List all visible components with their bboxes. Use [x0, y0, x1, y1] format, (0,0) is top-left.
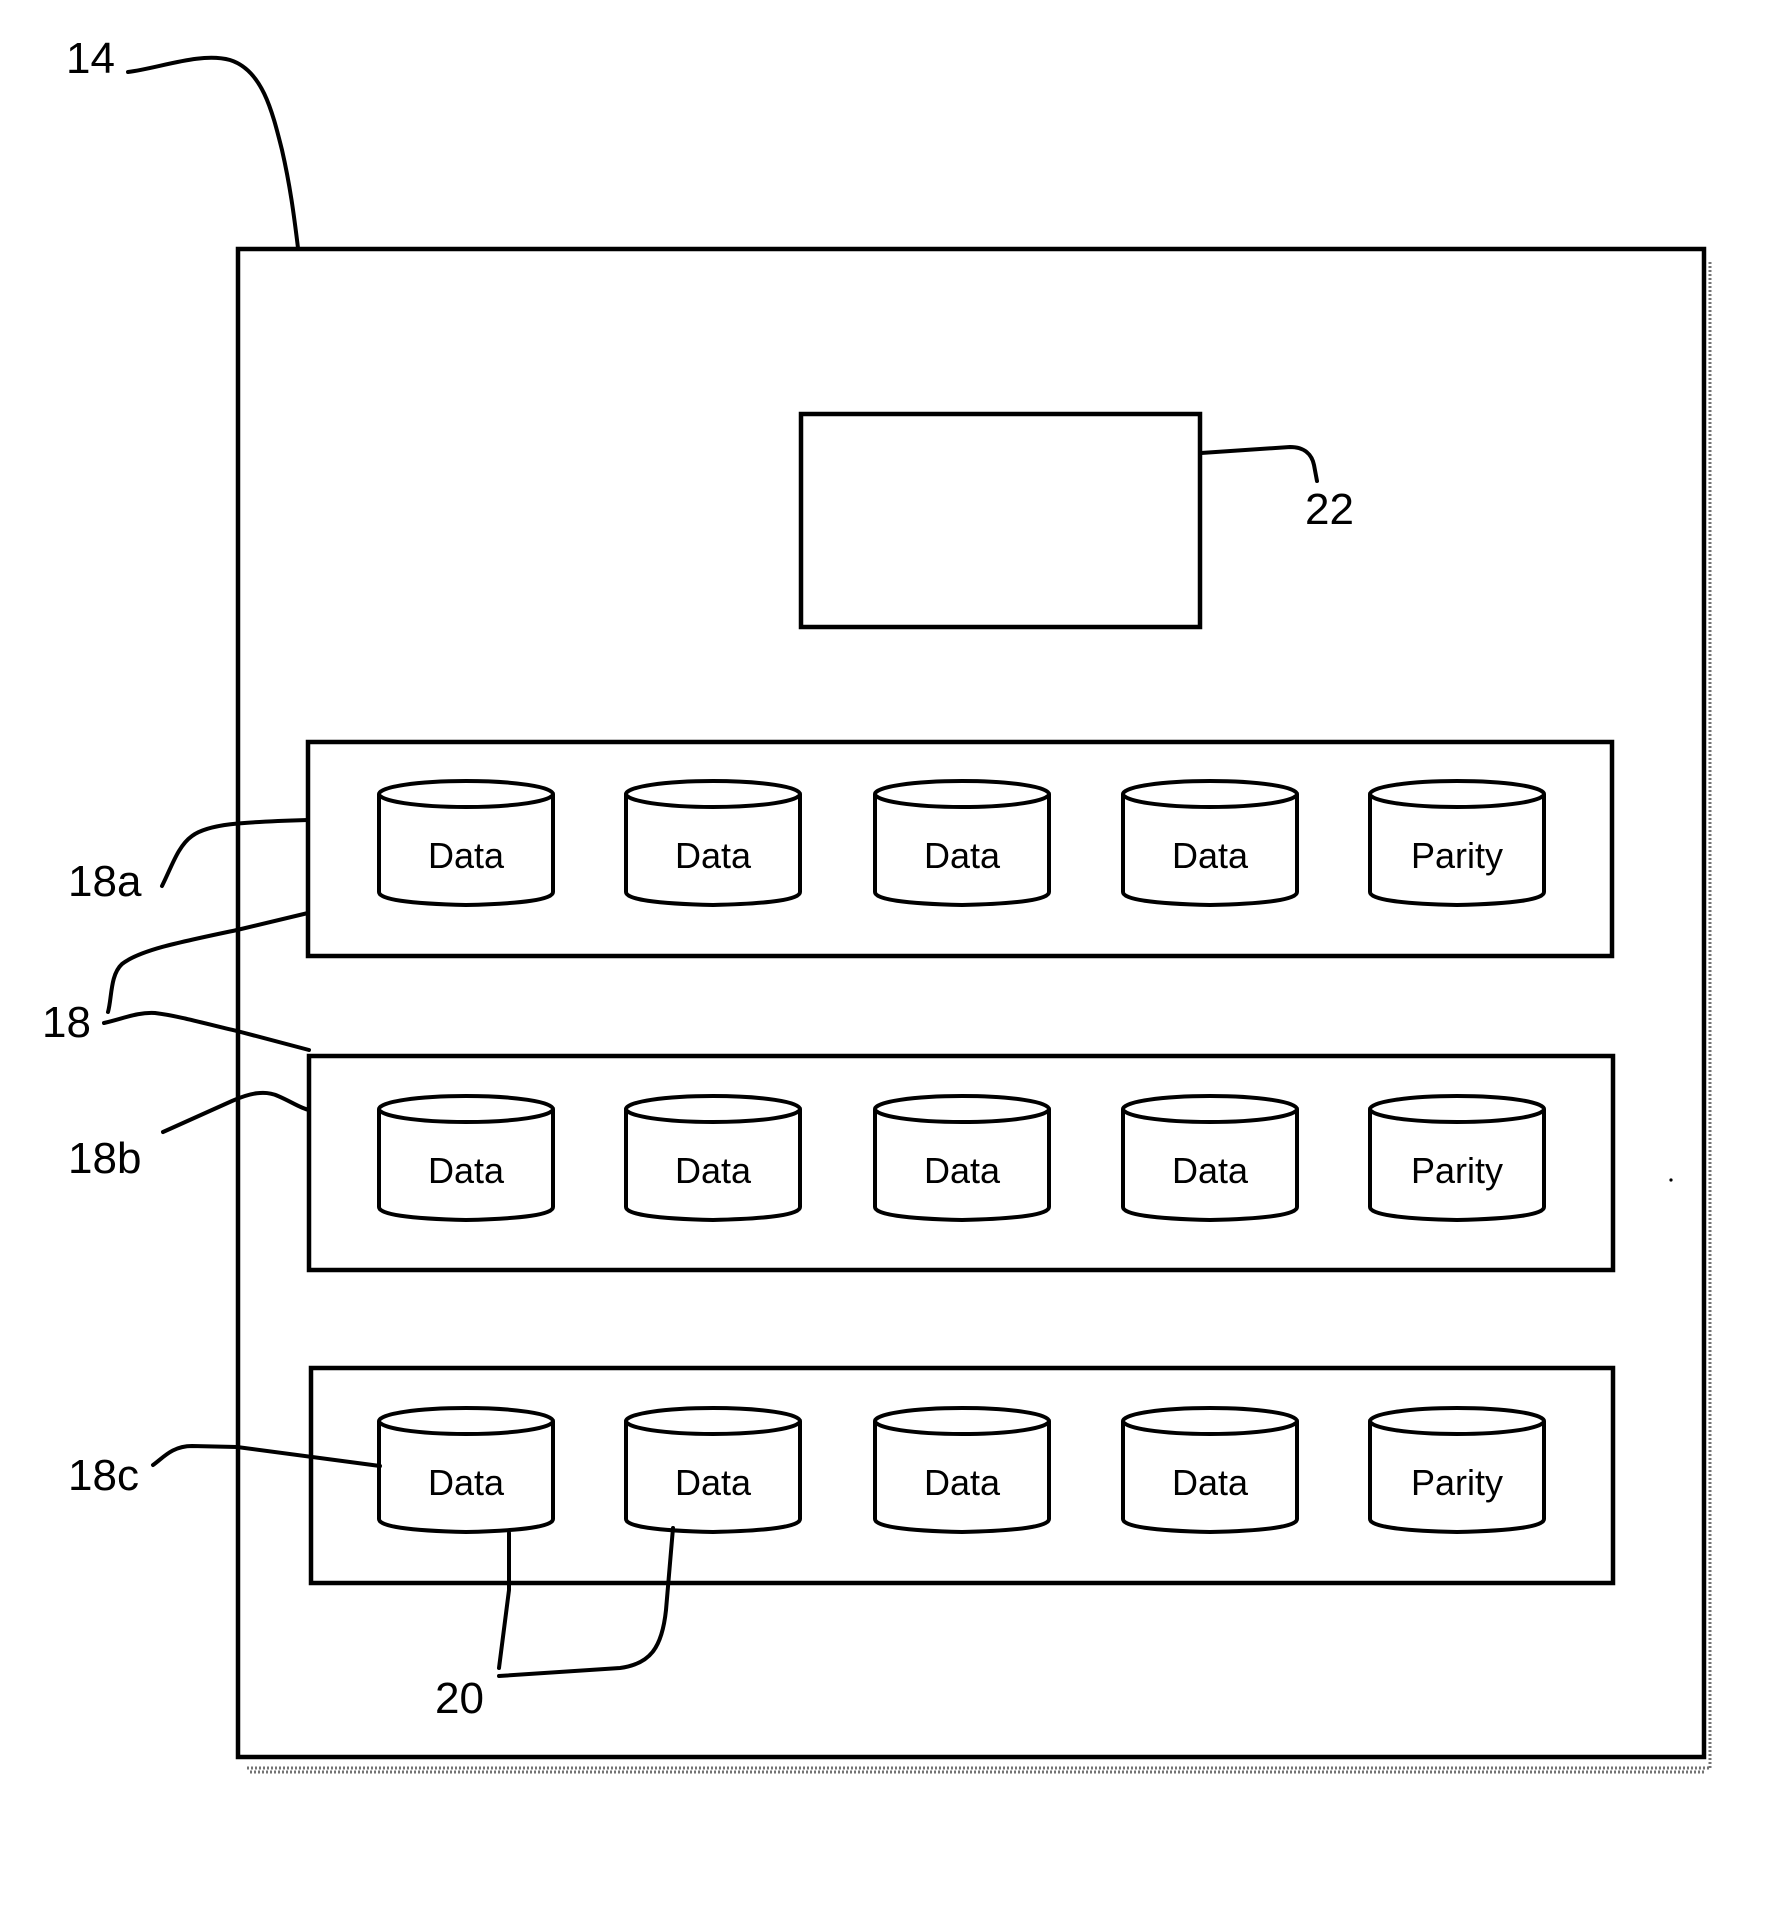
ref-label-22: 22	[1305, 485, 1354, 534]
disk-top	[873, 1094, 1051, 1124]
data-disk: Data	[1121, 779, 1299, 907]
disk-top	[377, 1094, 555, 1124]
disk-label: Data	[924, 1462, 1001, 1503]
disk-label: Data	[1172, 835, 1249, 876]
data-disk: Data	[624, 1094, 802, 1222]
data-disk: Data	[1121, 1094, 1299, 1222]
parity-disk: Parity	[1368, 779, 1546, 907]
controller-box	[798, 411, 1203, 630]
disk-groups: Data Data Data Data Parity Data Data Data Data Pa…	[377, 779, 1546, 1534]
disk-top	[873, 1406, 1051, 1436]
disk-top	[1121, 1406, 1299, 1436]
disk-group-18a: Data Data Data Data Parity	[377, 779, 1546, 907]
disk-label: Data	[428, 835, 505, 876]
data-disk: Data	[377, 1406, 555, 1534]
disk-group-18c: Data Data Data Data Parity	[377, 1406, 1546, 1534]
disk-top	[377, 1406, 555, 1436]
disk-group-18b: Data Data Data Data Parity	[377, 1094, 1546, 1222]
data-disk: Data	[873, 1094, 1051, 1222]
disk-label: Data	[675, 1150, 752, 1191]
disk-top	[377, 779, 555, 809]
disk-top	[1368, 1406, 1546, 1436]
data-disk: Data	[377, 1094, 555, 1222]
leader-line-14	[126, 55, 300, 250]
data-disk: Data	[1121, 1406, 1299, 1534]
disk-label: Data	[924, 835, 1001, 876]
ref-label-18c: 18c	[68, 1451, 139, 1500]
storage-diagram: Data Data Data Data Parity Data Data Data Data Pa…	[42, 34, 1712, 1774]
disk-label: Parity	[1411, 1462, 1503, 1503]
data-disk: Data	[873, 1406, 1051, 1534]
ref-label-14: 14	[66, 34, 115, 83]
disk-top	[624, 779, 802, 809]
data-disk: Data	[624, 1406, 802, 1534]
disk-label: Data	[675, 835, 752, 876]
disk-label: Data	[924, 1150, 1001, 1191]
data-disk: Data	[624, 779, 802, 907]
disk-label: Parity	[1411, 835, 1503, 876]
disk-label: Data	[428, 1150, 505, 1191]
disk-label: Data	[675, 1462, 752, 1503]
disk-label: Data	[1172, 1150, 1249, 1191]
disk-top	[1121, 1094, 1299, 1124]
disk-top	[624, 1094, 802, 1124]
ref-label-18a: 18a	[68, 857, 142, 906]
data-disk: Data	[873, 779, 1051, 907]
disk-top	[1368, 1094, 1546, 1124]
ref-label-18b: 18b	[68, 1134, 141, 1183]
disk-top	[624, 1406, 802, 1436]
disk-top	[1368, 779, 1546, 809]
disk-label: Data	[428, 1462, 505, 1503]
parity-disk: Parity	[1368, 1094, 1546, 1222]
data-disk: Data	[377, 779, 555, 907]
disk-top	[1121, 779, 1299, 809]
speck	[1669, 1178, 1673, 1182]
disk-label: Data	[1172, 1462, 1249, 1503]
disk-label: Parity	[1411, 1150, 1503, 1191]
ref-label-18: 18	[42, 998, 91, 1047]
ref-label-20: 20	[435, 1674, 484, 1723]
disk-top	[873, 779, 1051, 809]
parity-disk: Parity	[1368, 1406, 1546, 1534]
